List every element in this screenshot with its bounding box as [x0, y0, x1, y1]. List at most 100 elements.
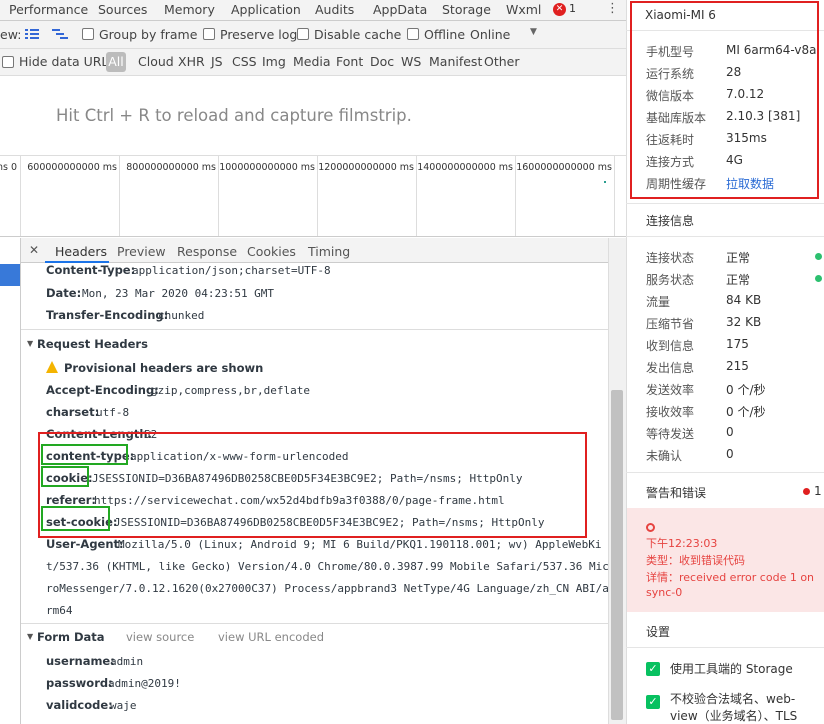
conn-key: 服务状态 — [646, 273, 695, 287]
error-count: 1 — [569, 2, 576, 15]
tab-appdata[interactable]: AppData — [373, 1, 427, 21]
tab-audits[interactable]: Audits — [315, 1, 354, 21]
filter-css[interactable]: CSS — [232, 54, 257, 70]
preserve-log-checkbox[interactable] — [203, 28, 215, 40]
timeline-tick-label: 1200000000000 ms — [318, 162, 414, 173]
checkbox-checked-icon[interactable]: ✓ — [646, 695, 660, 709]
filter-doc[interactable]: Doc — [370, 54, 394, 70]
filter-media[interactable]: Media — [293, 54, 331, 70]
filter-cloud[interactable]: Cloud — [138, 54, 174, 70]
tab-response[interactable]: Response — [177, 244, 237, 259]
timeline-overview[interactable]: 0 ms 600000000000 ms 800000000000 ms 100… — [0, 155, 626, 237]
large-rows-icon[interactable] — [25, 27, 39, 41]
disable-cache-checkbox[interactable] — [297, 28, 309, 40]
timeline-tick-label: 1400000000000 ms — [417, 162, 513, 173]
expand-triangle-icon[interactable]: ▼ — [27, 632, 33, 641]
form-data-title[interactable]: Form Data — [37, 630, 105, 644]
group-by-frame-label: Group by frame — [99, 27, 198, 42]
filter-other[interactable]: Other — [484, 54, 520, 70]
dropdown-arrow-icon[interactable]: ▼ — [530, 27, 537, 37]
filter-all[interactable]: All — [106, 52, 126, 72]
setting-label: 不校验合法域名、web- — [670, 692, 796, 706]
scrollbar-thumb[interactable] — [611, 390, 623, 720]
throttle-select[interactable]: Online — [470, 27, 510, 43]
hide-data-urls-label: Hide data URLs — [19, 54, 115, 69]
tab-timing[interactable]: Timing — [308, 244, 350, 259]
filter-font[interactable]: Font — [336, 54, 363, 70]
conn-value: 0 — [726, 425, 734, 439]
tab-wxml[interactable]: Wxml — [506, 1, 541, 21]
filmstrip-hint: Hit Ctrl + R to reload and capture films… — [56, 106, 412, 125]
conn-key: 收到信息 — [646, 339, 695, 353]
group-by-frame-checkbox[interactable] — [82, 28, 94, 40]
warnings-count: 1 — [814, 484, 822, 498]
timeline-tick-label: 800000000000 ms — [126, 162, 216, 173]
selected-request-row[interactable] — [0, 264, 20, 286]
error-time: 下午12:23:03 — [646, 537, 718, 550]
highlight-box-green — [41, 444, 128, 465]
form-key: username: — [46, 654, 115, 668]
tab-cookies[interactable]: Cookies — [247, 244, 296, 259]
error-icon[interactable]: ✕ — [553, 3, 566, 16]
conn-key: 发送效率 — [646, 383, 695, 397]
filter-xhr[interactable]: XHR — [178, 54, 205, 70]
expand-triangle-icon[interactable]: ▼ — [27, 339, 33, 348]
conn-key: 连接状态 — [646, 251, 695, 265]
panel-divider — [626, 647, 824, 648]
tab-memory[interactable]: Memory — [164, 1, 215, 21]
header-value: application/json;charset=UTF-8 — [132, 264, 331, 277]
preserve-log-label: Preserve log — [220, 27, 298, 42]
hide-data-urls-checkbox[interactable] — [2, 56, 14, 68]
header-key: Date: — [46, 286, 82, 300]
error-dot-icon — [803, 488, 810, 495]
provisional-warning: Provisional headers are shown — [64, 361, 264, 375]
setting-label-cont: view（业务域名）、TLS — [670, 709, 798, 723]
view-url-encoded-link[interactable]: view URL encoded — [218, 630, 324, 644]
timeline-tick-label: 1600000000000 ms — [516, 162, 612, 173]
filter-manifest[interactable]: Manifest — [429, 54, 482, 70]
waterfall-icon[interactable] — [52, 27, 68, 41]
tab-application[interactable]: Application — [231, 1, 301, 21]
filter-img[interactable]: Img — [262, 54, 286, 70]
header-value: gzip,compress,br,deflate — [151, 384, 310, 397]
conn-key: 发出信息 — [646, 361, 695, 375]
header-value-continued: roMessenger/7.0.12.1620(0x27000C37) Proc… — [46, 582, 609, 595]
settings-title: 设置 — [646, 625, 671, 639]
setting-label: 使用工具端的 Storage — [670, 662, 793, 676]
view-source-link[interactable]: view source — [126, 630, 194, 644]
more-menu-icon[interactable]: ⋮ — [606, 1, 619, 17]
checkbox-checked-icon[interactable]: ✓ — [646, 662, 660, 676]
conn-value: 32 KB — [726, 315, 762, 329]
header-key: Content-Type: — [46, 263, 136, 277]
filter-js[interactable]: JS — [211, 54, 223, 70]
error-detail-cont: sync-0 — [646, 586, 683, 599]
form-value: waje — [110, 699, 137, 712]
timeline-tick-label: 600000000000 ms — [27, 162, 117, 173]
form-value: admin — [110, 655, 144, 668]
section-divider — [21, 329, 608, 330]
tab-storage[interactable]: Storage — [442, 1, 491, 21]
tab-performance[interactable]: Performance — [9, 1, 88, 21]
devtools-tabbar: Performance Sources Memory Application A… — [0, 0, 626, 21]
tab-sources[interactable]: Sources — [98, 1, 147, 21]
header-key: Accept-Encoding: — [46, 383, 159, 397]
request-headers-title[interactable]: Request Headers — [37, 337, 148, 351]
detail-tabbar: ✕ Headers Preview Response Cookies Timin… — [21, 238, 608, 263]
view-label: ew: — [0, 27, 22, 42]
conn-value: 84 KB — [726, 293, 762, 307]
disable-cache-label: Disable cache — [314, 27, 402, 42]
tab-headers[interactable]: Headers — [55, 244, 107, 259]
header-value: utf-8 — [96, 406, 130, 419]
conn-key: 流量 — [646, 295, 671, 309]
error-detail: 详情：received error code 1 on — [646, 571, 815, 584]
close-icon[interactable]: ✕ — [29, 243, 39, 257]
offline-checkbox[interactable] — [407, 28, 419, 40]
tab-preview[interactable]: Preview — [117, 244, 166, 259]
form-key: validcode: — [46, 698, 113, 712]
timeline-marker — [604, 181, 606, 183]
filter-ws[interactable]: WS — [401, 54, 421, 70]
header-key: Transfer-Encoding: — [46, 308, 169, 322]
conn-value: 175 — [726, 337, 749, 351]
status-dot-icon — [815, 253, 822, 260]
conn-key: 未确认 — [646, 449, 683, 463]
